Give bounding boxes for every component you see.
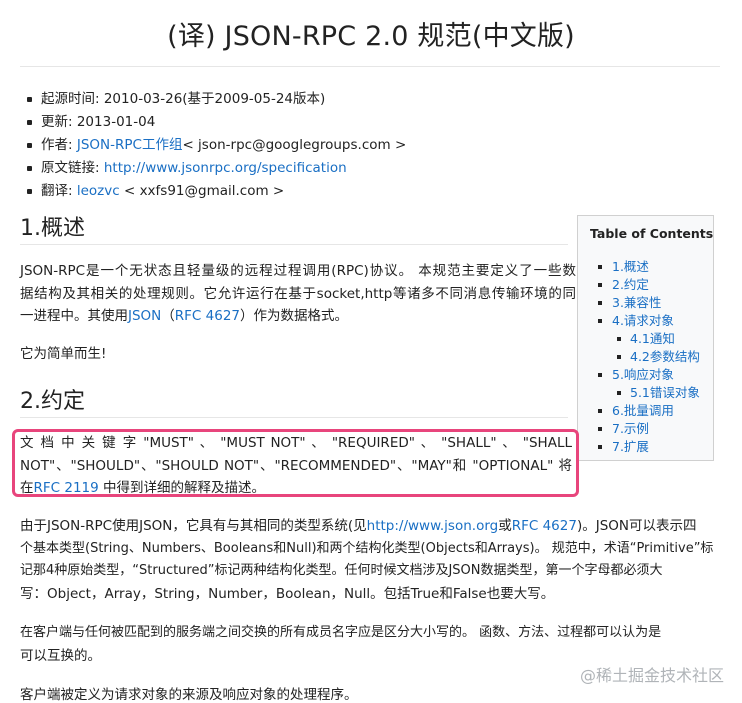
toc-link-notification[interactable]: 4.1通知 xyxy=(590,330,675,348)
toc-link-param-structures[interactable]: 4.2参数结构 xyxy=(590,348,700,366)
types-line: 个基本类型(String、Numbers、Booleans和Null)和两个结构… xyxy=(20,540,714,556)
toc-list: 1.概述 2.约定 3.兼容性 4.请求对象 4.1通知 4.2参数结构 5.响… xyxy=(590,258,713,456)
rfc4627-link[interactable]: RFC 4627 xyxy=(512,518,577,534)
meta-translator-email: < xxfs91@gmail.com > xyxy=(119,183,285,199)
meta-translator-label: 翻译: xyxy=(41,183,77,199)
meta-list: 起源时间: 2010-03-26(基于2009-05-24版本) 更新: 201… xyxy=(24,90,406,205)
author-link[interactable]: JSON-RPC工作组 xyxy=(77,137,183,153)
overview-line: 一进程中。其使用JSON（RFC 4627）作为数据格式。 xyxy=(20,305,576,328)
toc-link-overview[interactable]: 1.概述 xyxy=(590,258,649,276)
toc-item: 5.响应对象 xyxy=(590,366,713,384)
rfc4627-link[interactable]: RFC 4627 xyxy=(175,308,240,324)
toc-item: 4.请求对象 xyxy=(590,312,713,330)
json-link[interactable]: JSON xyxy=(128,308,161,324)
overview-line: 据结构及其相关的处理规则。它允许运行在基于socket,http等诸多不同消息传… xyxy=(20,285,576,302)
meta-author: 作者: JSON-RPC工作组< json-rpc@googlegroups.c… xyxy=(24,136,406,159)
json-org-link[interactable]: http://www.json.org xyxy=(367,518,499,534)
case-sensitivity-paragraph: 在客户端与任何被匹配到的服务端之间交换的所有成员名字应是区分大小写的。 函数、方… xyxy=(20,622,724,667)
overview-text: ）作为数据格式。 xyxy=(240,308,349,324)
section-divider xyxy=(20,417,568,418)
types-text: )。JSON可以表示四 xyxy=(576,518,697,534)
toc-link-request-object[interactable]: 4.请求对象 xyxy=(590,312,674,330)
toc-item: 1.概述 xyxy=(590,258,713,276)
toc-subitem: 4.1通知 xyxy=(590,330,713,348)
types-line: 写：Object，Array，String，Number，Boolean，Nul… xyxy=(20,585,555,602)
toc-subitem: 5.1错误对象 xyxy=(590,384,713,402)
types-paragraph: 由于JSON-RPC使用JSON，它具有与其相同的类型系统(见http://ww… xyxy=(20,515,724,605)
watermark: @稀土掘金技术社区 xyxy=(579,666,724,685)
keywords-line: 在RFC 2119 中得到详细的解释及描述。 xyxy=(20,477,572,500)
toc-subitem: 4.2参数结构 xyxy=(590,348,713,366)
types-text: 或 xyxy=(498,518,512,534)
section-heading-overview: 1.概述 xyxy=(20,216,85,241)
meta-author-label: 作者: xyxy=(41,137,77,153)
case-line: 在客户端与任何被匹配到的服务端之间交换的所有成员名字应是区分大小写的。 函数、方… xyxy=(20,625,662,640)
toc-item: 6.批量调用 xyxy=(590,402,713,420)
toc-item: 3.兼容性 xyxy=(590,294,713,312)
overview-paragraph-2: 它为简单而生! xyxy=(20,346,107,362)
toc-link-compatibility[interactable]: 3.兼容性 xyxy=(590,294,661,312)
rfc2119-link[interactable]: RFC 2119 xyxy=(34,480,99,496)
title-divider xyxy=(20,66,720,67)
keywords-text: 在 xyxy=(20,480,34,496)
toc-link-error-object[interactable]: 5.1错误对象 xyxy=(590,384,700,402)
keywords-line: 文 档 中 关 键 字 "MUST" 、 "MUST NOT" 、 "REQUI… xyxy=(20,435,572,451)
types-line: 记那4种原始类型，“Structured”标记两种结构化类型。任何时候文档涉及J… xyxy=(20,563,663,578)
keywords-paragraph: 文 档 中 关 键 字 "MUST" 、 "MUST NOT" 、 "REQUI… xyxy=(20,432,572,500)
keywords-text: 中得到详细的解释及描述。 xyxy=(98,480,266,496)
toc-item: 7.示例 xyxy=(590,420,713,438)
section-heading-conventions: 2.约定 xyxy=(20,389,85,414)
toc-title: Table of Contents xyxy=(590,226,714,241)
page-title: (译) JSON-RPC 2.0 规范(中文版) xyxy=(167,21,575,52)
meta-updated: 更新: 2013-01-04 xyxy=(24,113,406,136)
overview-line: JSON-RPC是一个无状态且轻量级的远程过程调用(RPC)协议。 本规范主要定… xyxy=(20,263,576,279)
source-link[interactable]: http://www.jsonrpc.org/specification xyxy=(104,160,347,176)
meta-source-label: 原文链接: xyxy=(41,160,104,176)
toc-link-extensions[interactable]: 7.扩展 xyxy=(590,438,649,456)
types-text: 由于JSON-RPC使用JSON，它具有与其相同的类型系统(见 xyxy=(20,518,367,534)
table-of-contents: Table of Contents 1.概述 2.约定 3.兼容性 4.请求对象… xyxy=(577,215,714,461)
toc-link-conventions[interactable]: 2.约定 xyxy=(590,276,649,294)
toc-link-batch[interactable]: 6.批量调用 xyxy=(590,402,674,420)
overview-text: （ xyxy=(161,308,175,324)
meta-source: 原文链接: http://www.jsonrpc.org/specificati… xyxy=(24,159,406,182)
toc-link-response-object[interactable]: 5.响应对象 xyxy=(590,366,674,384)
toc-item: 7.扩展 xyxy=(590,438,713,456)
overview-paragraph: JSON-RPC是一个无状态且轻量级的远程过程调用(RPC)协议。 本规范主要定… xyxy=(20,260,576,328)
toc-item: 2.约定 xyxy=(590,276,713,294)
keywords-line: NOT"、"SHOULD"、"SHOULD NOT"、"RECOMMENDED"… xyxy=(20,457,572,474)
meta-origin-time: 起源时间: 2010-03-26(基于2009-05-24版本) xyxy=(24,90,406,113)
types-line: 由于JSON-RPC使用JSON，它具有与其相同的类型系统(见http://ww… xyxy=(20,515,724,538)
overview-text: 一进程中。其使用 xyxy=(20,308,128,324)
meta-translator: 翻译: leozvc < xxfs91@gmail.com > xyxy=(24,182,406,205)
meta-author-email: < json-rpc@googlegroups.com > xyxy=(182,137,407,153)
toc-link-examples[interactable]: 7.示例 xyxy=(590,420,649,438)
client-definition-paragraph: 客户端被定义为请求对象的来源及响应对象的处理程序。 xyxy=(20,687,358,703)
section-divider xyxy=(20,244,568,245)
translator-link[interactable]: leozvc xyxy=(77,183,120,199)
